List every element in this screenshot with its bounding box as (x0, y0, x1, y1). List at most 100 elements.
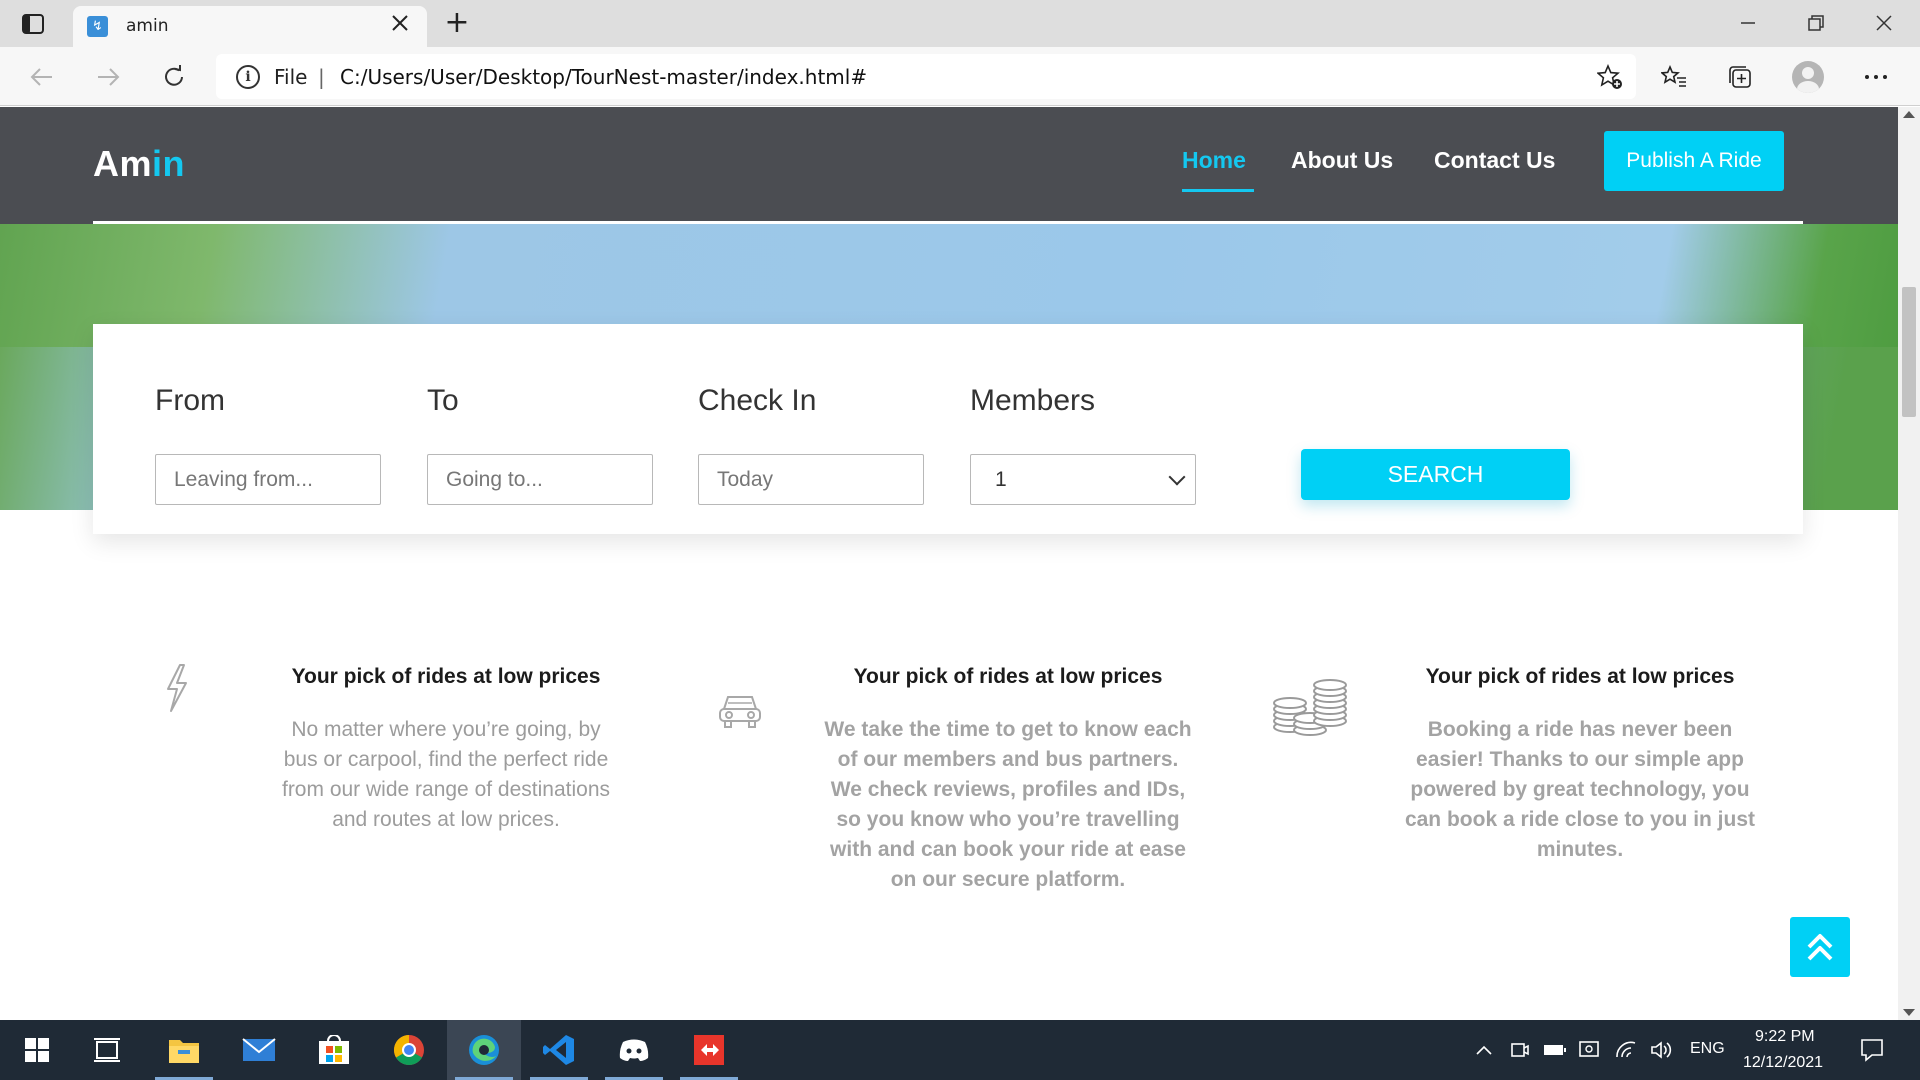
site-logo[interactable]: Amin (93, 143, 185, 185)
scroll-to-top-button[interactable] (1790, 917, 1850, 977)
nav-link-about-us[interactable]: About Us (1291, 147, 1393, 174)
feature-title-3: Your pick of rides at low prices (1425, 665, 1735, 688)
feature-2-line: on our secure platform. (890, 868, 1126, 891)
address-bar[interactable]: i File | C:/Users/User/Desktop/TourNest-… (216, 54, 1636, 99)
feature-title-1: Your pick of rides at low prices (291, 665, 601, 688)
feature-2-line: We take the time to get to know each (824, 718, 1192, 741)
logo-main-text: Am (93, 143, 153, 184)
volume-icon[interactable] (1649, 1038, 1673, 1062)
new-tab-button[interactable]: + (442, 8, 472, 39)
site-info-icon[interactable]: i (236, 65, 260, 89)
feature-text-2: We take the time to get to know each of … (798, 715, 1218, 895)
task-view-icon[interactable] (70, 1020, 144, 1080)
start-windows-icon[interactable] (0, 1020, 74, 1080)
feature-3-line: easier! Thanks to our simple app (1416, 748, 1744, 771)
search-button[interactable]: SEARCH (1301, 449, 1570, 500)
more-menu-icon[interactable] (1858, 59, 1894, 95)
to-input[interactable]: Going to... (427, 454, 653, 505)
check-in-input[interactable]: Today (698, 454, 924, 505)
members-select[interactable]: 1 (970, 454, 1196, 505)
feature-1-line: from our wide range of destinations (281, 778, 610, 801)
mail-icon[interactable] (222, 1020, 296, 1080)
profile-avatar[interactable] (1790, 59, 1826, 95)
members-label: Members (970, 384, 1096, 417)
wifi-icon[interactable] (1614, 1038, 1638, 1062)
feature-2-line: with and can book your ride at ease (830, 838, 1186, 861)
language-indicator[interactable]: ENG (1690, 1040, 1725, 1058)
clock-date[interactable]: 12/12/2021 (1743, 1054, 1823, 1072)
display-sync-icon[interactable] (1578, 1038, 1602, 1062)
browser-tab[interactable]: ↯ amin (73, 6, 427, 47)
git-client-icon[interactable] (672, 1020, 746, 1080)
address-scheme-label: File (274, 65, 308, 89)
chevron-down-icon (1168, 468, 1186, 486)
close-window-icon[interactable] (1862, 8, 1906, 38)
feature-2-line: of our members and bus partners. (837, 748, 1179, 771)
tab-title: amin (126, 16, 169, 36)
publish-ride-button[interactable]: Publish A Ride (1604, 131, 1784, 191)
to-placeholder: Going to... (446, 467, 543, 491)
windows-taskbar: ENG 9:22 PM 12/12/2021 (0, 1020, 1920, 1080)
minimize-icon[interactable] (1726, 8, 1770, 38)
logo-accent-text: in (152, 143, 186, 184)
browser-tab-strip: ↯ amin + (0, 0, 1920, 47)
camera-icon[interactable] (1508, 1038, 1532, 1062)
lightning-icon (162, 663, 190, 717)
nav-link-home[interactable]: Home (1182, 147, 1246, 174)
from-label: From (155, 384, 225, 417)
feature-1-line: and routes at low prices. (332, 808, 560, 831)
feature-1-line: bus or carpool, find the perfect ride (283, 748, 609, 771)
add-favorite-icon[interactable] (1596, 63, 1624, 91)
address-separator: | (318, 65, 325, 89)
close-tab-icon[interactable] (389, 14, 411, 36)
from-input[interactable]: Leaving from... (155, 454, 381, 505)
double-chevron-up-icon (1807, 934, 1833, 961)
scroll-up-arrow-icon[interactable] (1903, 111, 1915, 118)
scroll-down-arrow-icon[interactable] (1903, 1009, 1915, 1016)
file-explorer-icon[interactable] (147, 1020, 221, 1080)
forward-icon[interactable] (90, 59, 126, 95)
feature-1-line: No matter where you’re going, by (291, 718, 601, 741)
edge-icon[interactable] (447, 1020, 521, 1080)
check-in-label: Check In (698, 384, 817, 417)
notifications-icon[interactable] (1858, 1036, 1886, 1064)
refresh-icon[interactable] (156, 59, 192, 95)
browser-toolbar: i File | C:/Users/User/Desktop/TourNest-… (0, 47, 1920, 106)
tab-actions-icon[interactable] (19, 11, 47, 37)
restore-icon[interactable] (1794, 8, 1838, 38)
scrollbar-thumb[interactable] (1902, 287, 1916, 417)
page-scrollbar[interactable] (1898, 107, 1920, 1020)
feature-text-1: No matter where you’re going, by bus or … (246, 715, 646, 835)
car-icon (716, 691, 764, 735)
site-header: Amin Home About Us Contact Us Publish A … (0, 107, 1898, 224)
microsoft-store-icon[interactable] (297, 1020, 371, 1080)
address-url[interactable]: C:/Users/User/Desktop/TourNest-master/in… (340, 65, 867, 89)
feature-3-line: minutes. (1536, 838, 1624, 861)
discord-icon[interactable] (597, 1020, 671, 1080)
nav-active-underline (1182, 189, 1254, 192)
battery-icon[interactable] (1543, 1038, 1567, 1062)
to-label: To (427, 384, 459, 417)
page-viewport: Amin Home About Us Contact Us Publish A … (0, 107, 1898, 1020)
collections-icon[interactable] (1722, 59, 1758, 95)
feature-3-line: powered by great technology, you (1410, 778, 1750, 801)
feature-2-line: so you know who you’re travelling (836, 808, 1180, 831)
favorites-icon[interactable] (1656, 59, 1692, 95)
chrome-icon[interactable] (372, 1020, 446, 1080)
coins-icon (1272, 679, 1348, 741)
feature-2-line: We check reviews, profiles and IDs, (830, 778, 1186, 801)
back-icon[interactable] (24, 59, 60, 95)
nav-link-contact-us[interactable]: Contact Us (1434, 147, 1555, 174)
vscode-icon[interactable] (522, 1020, 596, 1080)
feature-title-2: Your pick of rides at low prices (853, 665, 1163, 688)
feature-3-line: can book a ride close to you in just (1404, 808, 1756, 831)
check-in-placeholder: Today (717, 467, 774, 491)
clock-time[interactable]: 9:22 PM (1755, 1028, 1815, 1046)
feature-3-line: Booking a ride has never been (1427, 718, 1733, 741)
site-favicon-icon: ↯ (87, 16, 108, 37)
members-selected-value: 1 (995, 467, 1007, 491)
show-hidden-icons-chevron-up-icon[interactable] (1472, 1038, 1496, 1062)
ride-search-form: From Leaving from... To Going to... Chec… (93, 324, 1803, 534)
feature-text-3: Booking a ride has never been easier! Th… (1380, 715, 1780, 865)
from-placeholder: Leaving from... (174, 467, 313, 491)
